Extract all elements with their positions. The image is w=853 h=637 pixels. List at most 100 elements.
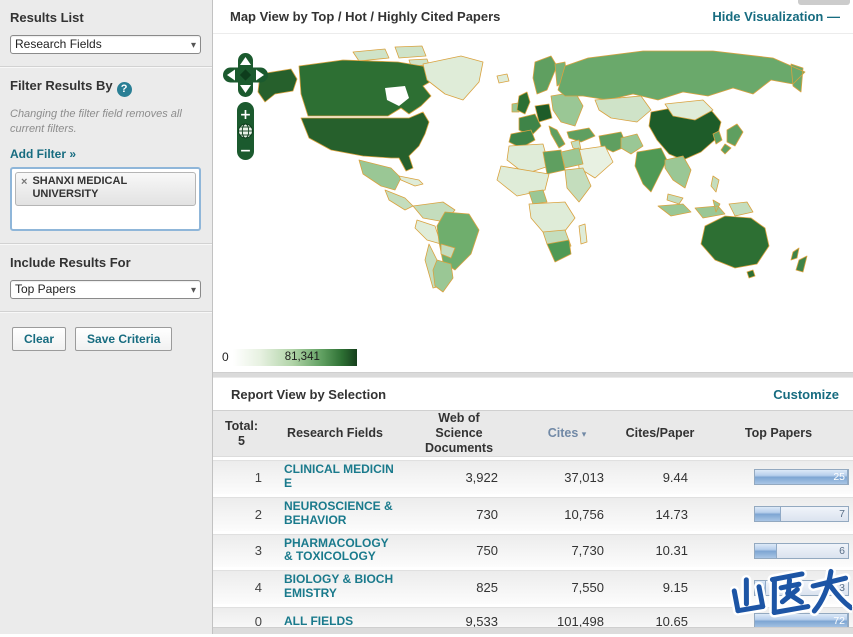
map-region-argentina[interactable]	[432, 259, 454, 293]
row-rank: 3	[254, 543, 262, 559]
row-rank: 4	[254, 580, 262, 596]
top-papers-bar: 3	[754, 579, 849, 596]
research-field-link[interactable]: NEUROSCIENCE & BEHAVIOR	[284, 499, 396, 528]
map-area: + −	[213, 34, 853, 340]
column-header-total: Total: 5	[213, 416, 270, 452]
total-count: 5	[238, 433, 245, 448]
map-region-eastern-europe[interactable]	[550, 91, 584, 127]
filter-heading: Filter Results By?	[10, 78, 202, 97]
map-region-caribbean[interactable]	[398, 175, 424, 187]
remove-filter-icon[interactable]: ×	[21, 176, 27, 188]
add-filter-link[interactable]: Add Filter »	[10, 147, 76, 161]
map-region-central-america[interactable]	[384, 189, 414, 211]
globe-icon[interactable]	[238, 123, 253, 139]
clear-button[interactable]: Clear	[12, 326, 67, 351]
map-region-mexico[interactable]	[358, 159, 402, 191]
main-panel: Map View by Top / Hot / Highly Cited Pap…	[213, 0, 853, 635]
world-choropleth-map[interactable]: + −	[213, 34, 853, 340]
report-title: Report View by Selection	[231, 386, 387, 402]
map-region-norway-sweden[interactable]	[532, 55, 558, 95]
zoom-in-icon[interactable]: +	[240, 107, 252, 123]
map-region-philippines[interactable]	[710, 175, 720, 193]
bottom-strip	[213, 627, 853, 634]
top-papers-value: 3	[839, 581, 845, 594]
map-region-india[interactable]	[634, 147, 668, 193]
top-papers-value: 6	[839, 544, 845, 557]
map-region-korea[interactable]	[712, 130, 723, 145]
map-region-australia[interactable]	[700, 215, 770, 279]
cites-label: Cites	[547, 426, 579, 440]
map-region-canada[interactable]	[298, 59, 436, 117]
map-region-iceland[interactable]	[496, 73, 510, 84]
row-documents: 3,922	[465, 469, 498, 485]
customize-link[interactable]: Customize	[773, 387, 839, 402]
save-criteria-button[interactable]: Save Criteria	[75, 326, 173, 351]
map-region-pakistan[interactable]	[620, 133, 644, 155]
table-row: 4 BIOLOGY & BIOCHEMISTRY 825 7,550 9.15 …	[213, 570, 853, 605]
results-list-select[interactable]: Research Fields ▾	[10, 35, 201, 54]
map-region-russia[interactable]	[557, 50, 806, 101]
filter-chip[interactable]: × SHANXI MEDICAL UNIVERSITY	[15, 171, 196, 207]
row-cites: 37,013	[564, 469, 604, 485]
column-header-cites-per-paper: Cites/Paper	[625, 426, 695, 440]
map-nav-control[interactable]: + −	[223, 53, 268, 160]
hide-visualization-link[interactable]: Hide Visualization —	[712, 9, 840, 24]
research-field-link[interactable]: BIOLOGY & BIOCHEMISTRY	[284, 573, 396, 601]
top-papers-value: 72	[833, 615, 845, 628]
column-header-cites[interactable]: Cites ▾	[518, 423, 616, 444]
map-title: Map View by Top / Hot / Highly Cited Pap…	[230, 9, 501, 24]
table-header-row: Total: 5 Research Fields Web of Science …	[213, 410, 853, 457]
include-results-select[interactable]: Top Papers ▾	[10, 279, 201, 299]
map-region-kazakhstan[interactable]	[594, 95, 652, 123]
map-region-new-guinea[interactable]	[728, 201, 754, 217]
top-papers-bar-fill	[755, 580, 767, 595]
row-rank: 1	[254, 469, 262, 485]
top-papers-value: 25	[833, 471, 845, 484]
sidebar: Results List Research Fields ▾ Filter Re…	[0, 0, 213, 634]
map-region-peru[interactable]	[414, 219, 442, 245]
map-region-egypt[interactable]	[560, 147, 584, 169]
map-region-southeast-asia[interactable]	[664, 155, 692, 189]
row-rank: 2	[254, 506, 262, 522]
top-papers-bar: 25	[754, 469, 849, 486]
row-cites-per-paper: 10.31	[655, 543, 688, 559]
collapse-icon: —	[827, 9, 840, 24]
filter-note: Changing the filter field removes all cu…	[10, 108, 182, 135]
map-region-greenland[interactable]	[422, 55, 484, 101]
map-region-south-africa[interactable]	[546, 239, 572, 263]
map-region-brazil[interactable]	[436, 211, 480, 271]
map-region-italy[interactable]	[548, 125, 566, 149]
map-region-new-zealand[interactable]	[790, 247, 808, 273]
top-right-artifact	[798, 0, 850, 5]
map-region-malaysia[interactable]	[666, 193, 684, 205]
filter-section: Filter Results By? Changing the filter f…	[0, 68, 212, 243]
top-papers-bar-fill	[755, 543, 778, 558]
total-label: Total:	[224, 418, 259, 433]
row-documents: 750	[476, 543, 498, 559]
report-header: Report View by Selection Customize	[213, 378, 853, 410]
research-field-link[interactable]: CLINICAL MEDICINE	[284, 462, 396, 491]
column-header-documents: Web of Science Documents	[424, 411, 494, 455]
research-field-link[interactable]: PHARMACOLOGY & TOXICOLOGY	[284, 536, 396, 565]
table-body: 1 CLINICAL MEDICINE 3,922 37,013 9.44 25…	[213, 457, 853, 635]
legend-gradient-bar: 81,341	[232, 348, 357, 366]
zoom-out-icon[interactable]: −	[240, 143, 252, 159]
map-region-uk[interactable]	[516, 91, 531, 115]
top-papers-value: 7	[839, 508, 845, 521]
row-cites-per-paper: 9.44	[662, 469, 688, 485]
hide-visualization-label: Hide Visualization	[712, 9, 824, 24]
filter-chip-label: SHANXI MEDICAL UNIVERSITY	[32, 174, 127, 201]
map-region-japan[interactable]	[720, 123, 744, 155]
row-cites: 10,756	[564, 506, 604, 522]
legend-max-label: 81,341	[284, 350, 320, 363]
chevron-down-icon: ▾	[190, 40, 196, 51]
help-icon[interactable]: ?	[116, 82, 132, 97]
table-row: 2 NEUROSCIENCE & BEHAVIOR 730 10,756 14.…	[213, 496, 853, 531]
column-header-top-papers: Top Papers	[744, 426, 813, 440]
filter-box[interactable]: × SHANXI MEDICAL UNIVERSITY	[10, 166, 201, 231]
map-region-nigeria[interactable]	[528, 189, 548, 205]
map-region-turkey[interactable]	[566, 127, 596, 143]
map-region-indonesia[interactable]	[657, 199, 726, 219]
table-row: 1 CLINICAL MEDICINE 3,922 37,013 9.44 25	[213, 460, 853, 494]
map-region-madagascar[interactable]	[578, 223, 588, 245]
